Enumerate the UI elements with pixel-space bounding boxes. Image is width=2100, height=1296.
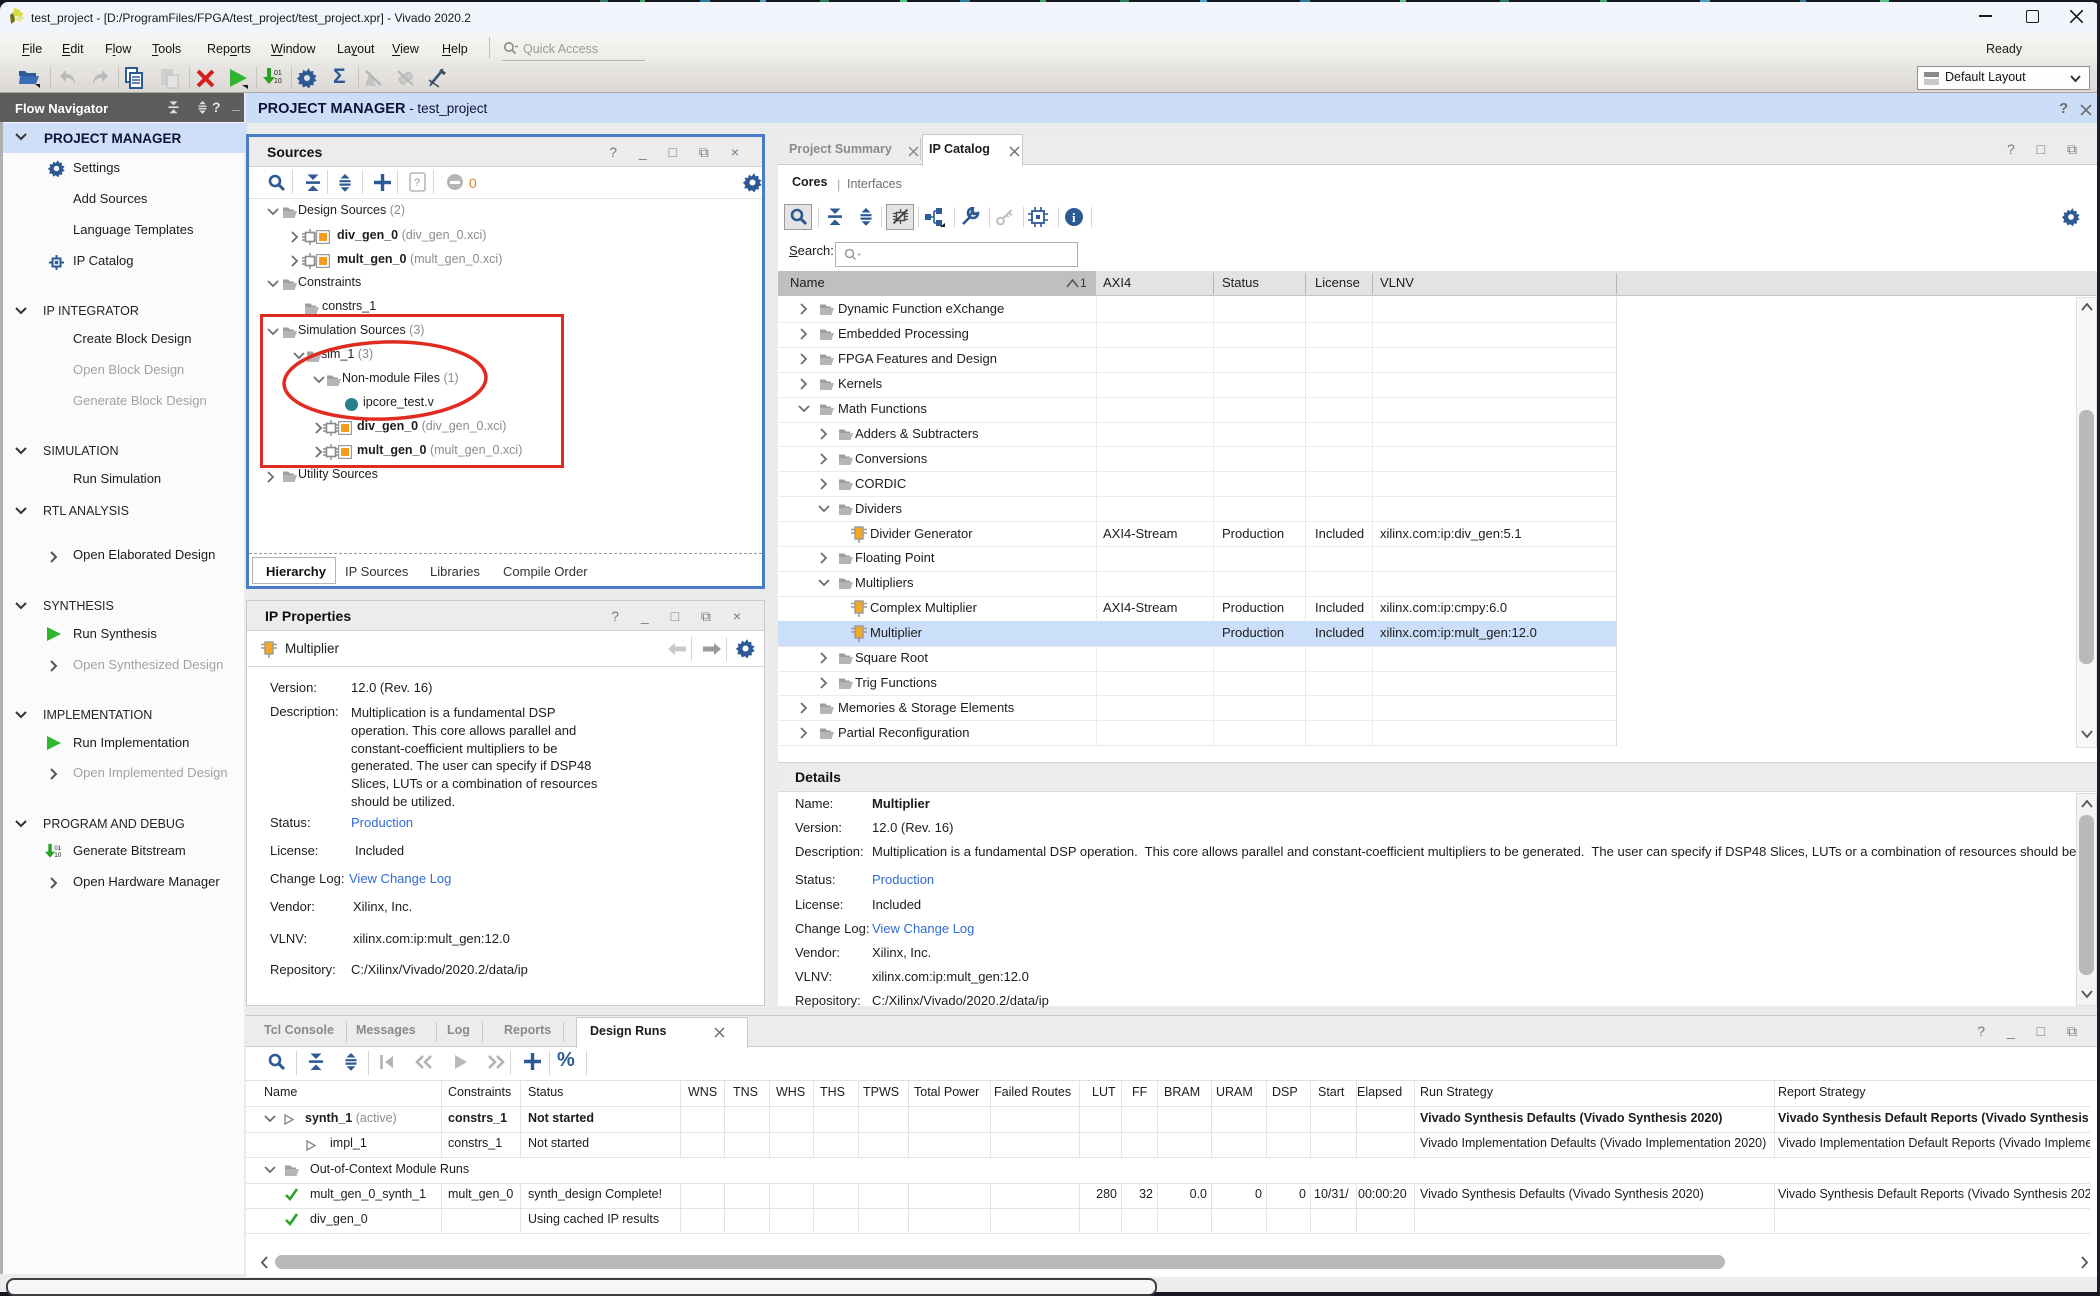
svg-text:i: i	[1072, 210, 1076, 225]
svg-text:01: 01	[274, 70, 282, 77]
svg-text:10: 10	[274, 78, 282, 85]
svg-text:01: 01	[54, 846, 61, 852]
svg-text:?: ?	[414, 177, 420, 189]
svg-text:10: 10	[54, 853, 61, 859]
